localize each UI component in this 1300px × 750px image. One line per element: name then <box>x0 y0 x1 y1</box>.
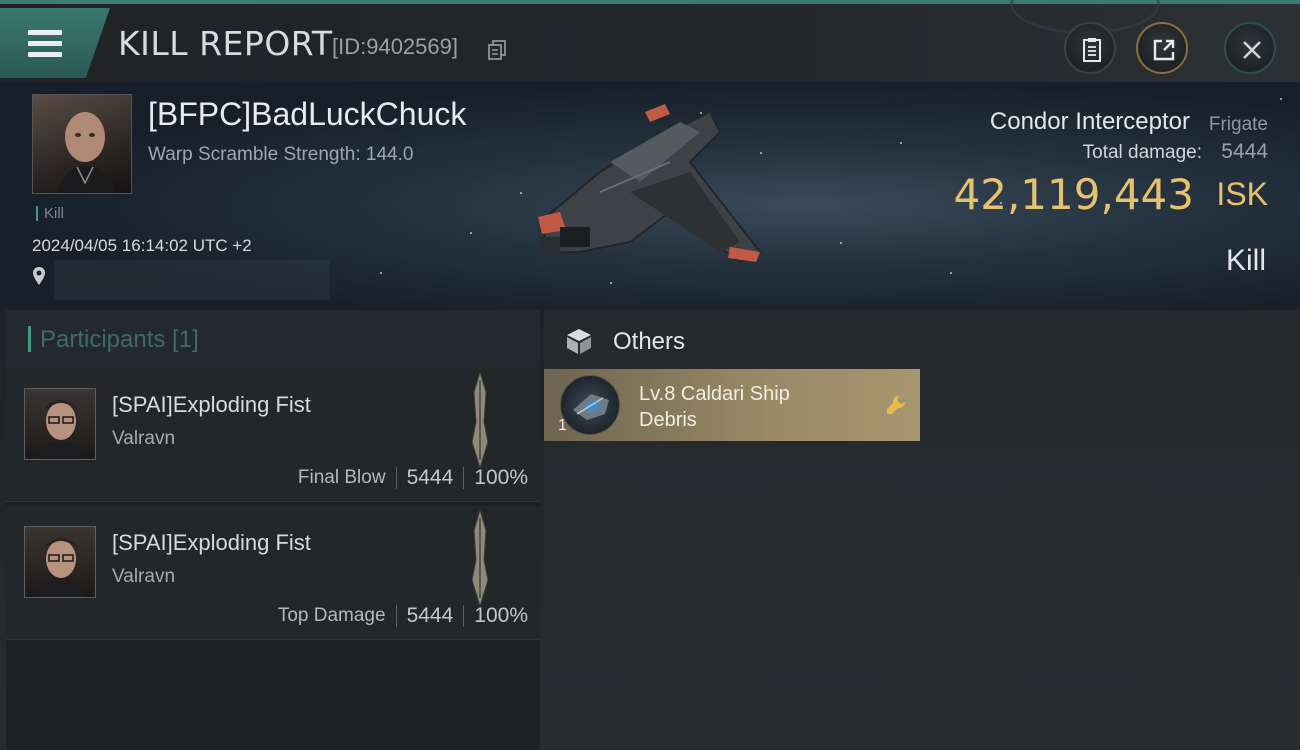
debris-item-icon <box>560 375 620 435</box>
participant-percent: 100% <box>474 466 528 489</box>
location-pin-icon <box>33 267 45 285</box>
participant-card[interactable]: [SPAI]Exploding Fist Valravn Final Blow … <box>6 368 540 502</box>
participant-damage: 5444 <box>406 604 454 627</box>
page-title: KILL REPORT <box>118 24 333 63</box>
kill-tag: Kill <box>36 206 64 221</box>
participant-stats: Final Blow 5444 100% <box>298 466 528 490</box>
participant-role: Top Damage <box>277 605 386 626</box>
participant-avatar[interactable] <box>24 526 96 598</box>
victim-portrait-image <box>57 112 115 193</box>
menu-icon <box>28 30 62 35</box>
participant-corp: Valravn <box>112 566 176 587</box>
kill-timestamp: 2024/04/05 16:14:02 UTC +2 <box>32 236 252 255</box>
kill-report-app: KILL REPORT [ID:9402569] [BFPC]BadLuckCh… <box>0 0 1300 750</box>
menu-icon-bar <box>28 52 62 57</box>
stat-divider <box>395 605 397 627</box>
kill-result-label: Kill <box>1225 244 1266 277</box>
stat-divider <box>395 467 397 489</box>
warp-scramble-strength: Warp Scramble Strength: 144.0 <box>148 144 414 165</box>
participant-stats: Top Damage 5444 100% <box>278 604 528 628</box>
close-icon <box>1243 41 1261 59</box>
stat-divider <box>463 605 465 627</box>
participant-portrait-image <box>37 400 85 459</box>
participant-damage: 5444 <box>406 466 454 489</box>
location-field[interactable] <box>54 260 330 300</box>
wrench-icon[interactable] <box>884 393 908 417</box>
participants-header: Participants [1] <box>6 310 540 368</box>
loot-name: Lv.8 Caldari Ship Debris <box>639 383 790 431</box>
debris-image <box>573 394 609 420</box>
share-icon <box>1153 39 1175 61</box>
loot-quantity: 1 <box>558 417 567 434</box>
victim-banner: [BFPC]BadLuckChuck Warp Scramble Strengt… <box>0 82 1300 306</box>
report-id: [ID:9402569] <box>332 34 458 59</box>
top-bar: KILL REPORT [ID:9402569] <box>0 0 1300 82</box>
menu-icon-bar <box>28 41 62 46</box>
total-damage-label: Total damage: <box>1082 142 1202 163</box>
total-damage-value: 5444 <box>1221 140 1268 163</box>
header-accent-bar <box>28 326 31 352</box>
clipboard-button[interactable] <box>1064 22 1116 74</box>
participant-role: Final Blow <box>297 467 386 488</box>
isk-value: 42,119,443 <box>953 170 1194 219</box>
menu-button[interactable] <box>0 8 110 78</box>
cube-icon <box>567 329 591 354</box>
participant-portrait-image <box>37 538 85 597</box>
victim-name[interactable]: [BFPC]BadLuckChuck <box>148 96 466 133</box>
isk-unit: ISK <box>1216 176 1268 212</box>
participant-avatar[interactable] <box>24 388 96 460</box>
participant-card[interactable]: [SPAI]Exploding Fist Valravn Top Damage … <box>6 506 540 640</box>
ship-name[interactable]: Condor Interceptor <box>990 108 1190 136</box>
condor-ship-image <box>538 104 762 264</box>
participant-name[interactable]: [SPAI]Exploding Fist <box>112 530 311 556</box>
close-button[interactable] <box>1224 22 1276 74</box>
victim-avatar[interactable] <box>32 94 132 194</box>
participant-percent: 100% <box>474 604 528 627</box>
participant-ship-icon <box>471 372 489 468</box>
participants-panel: Participants [1] [SPAI]Exploding Fist Va… <box>6 310 540 750</box>
loot-item[interactable]: 1 Lv.8 Caldari Ship Debris <box>544 369 920 441</box>
share-button[interactable] <box>1136 22 1188 74</box>
copy-icon[interactable] <box>488 40 506 60</box>
participant-ship-icon <box>471 510 489 606</box>
participants-title: Participants [1] <box>40 326 199 353</box>
others-title: Others <box>613 328 686 355</box>
ship-class: Frigate <box>1208 114 1268 135</box>
others-panel: Others 1 Lv.8 Caldari Ship Debris <box>544 310 1300 750</box>
participant-corp: Valravn <box>112 428 176 449</box>
participant-name[interactable]: [SPAI]Exploding Fist <box>112 392 311 418</box>
stat-divider <box>463 467 465 489</box>
clipboard-icon <box>1083 38 1101 62</box>
